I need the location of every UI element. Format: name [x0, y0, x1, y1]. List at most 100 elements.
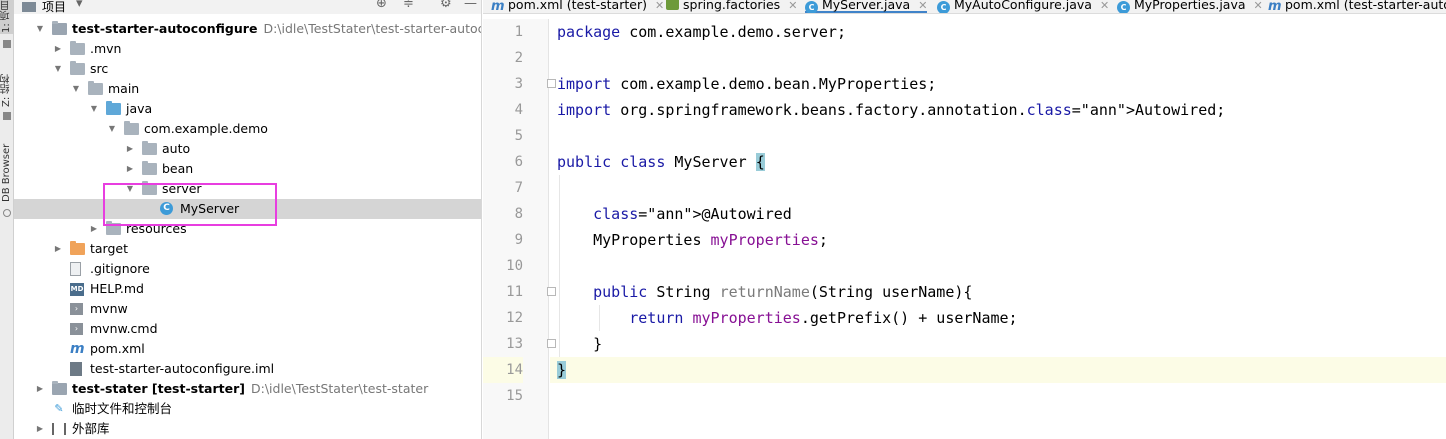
- editor-tab-bar: m pom.xml (test-starter) ✕ spring.factories…: [483, 0, 1446, 14]
- editor-tab[interactable]: C MyAutoConfigure.java ✕: [937, 0, 1109, 13]
- code-line[interactable]: import com.example.demo.bean.MyPropertie…: [557, 71, 936, 97]
- tree-item[interactable]: .gitignore: [14, 259, 481, 279]
- collapsed-arrow-icon[interactable]: ▶: [88, 219, 100, 239]
- db-browser-icon: [3, 209, 11, 217]
- code-line[interactable]: return myProperties.getPrefix() + userNa…: [557, 305, 1017, 331]
- structure-tool-button[interactable]: Z: 结构: [0, 70, 14, 110]
- package-icon: [142, 161, 157, 175]
- tree-item-label: HELP.md: [90, 279, 144, 299]
- tree-item[interactable]: ▶ resources: [14, 219, 481, 239]
- editor-tab[interactable]: mpom.xml (test-starter-autoconfigure): [1268, 0, 1446, 13]
- line-number: 5: [514, 128, 523, 144]
- shell-file-icon: ›: [70, 323, 83, 335]
- tree-item[interactable]: MD HELP.md: [14, 279, 481, 299]
- editor-tab[interactable]: C MyServer.java ✕: [805, 0, 928, 13]
- collapsed-arrow-icon[interactable]: ▶: [34, 379, 46, 399]
- locate-file-icon[interactable]: ⊕: [376, 0, 387, 11]
- tree-item-text: MyServer: [180, 201, 240, 216]
- editor-tab[interactable]: C MyProperties.java ✕: [1117, 0, 1263, 13]
- expanded-arrow-icon[interactable]: ▼: [52, 59, 64, 79]
- tree-item-label: auto: [162, 139, 190, 159]
- editor-gutter: 1 2 3 4 5 6 7 8 9 10 11 12 13 14 15: [483, 19, 556, 439]
- editor-tab[interactable]: m pom.xml (test-starter) ✕: [491, 0, 664, 14]
- tree-item[interactable]: ▶ auto: [14, 139, 481, 159]
- close-tab-icon[interactable]: ✕: [1100, 0, 1109, 12]
- tree-item-text: java: [126, 101, 153, 116]
- project-tool-button[interactable]: 1: 项目: [0, 0, 14, 34]
- expanded-arrow-icon[interactable]: ▼: [88, 99, 100, 119]
- markdown-file-icon: MD: [70, 283, 84, 296]
- tree-item-label: bean: [162, 159, 193, 179]
- collapsed-arrow-icon[interactable]: ▶: [52, 239, 64, 259]
- tree-item[interactable]: ▼ server: [14, 179, 481, 199]
- line-number: 11: [506, 284, 523, 300]
- code-line[interactable]: package com.example.demo.server;: [557, 19, 846, 45]
- package-icon: [142, 141, 157, 155]
- tree-item-label: pom.xml: [90, 339, 145, 359]
- tree-item[interactable]: ▶ test-stater [test-starter] D:\idle\TestS…: [14, 379, 481, 399]
- code-line[interactable]: public class MyServer {: [557, 149, 765, 175]
- tree-item[interactable]: › mvnw.cmd: [14, 319, 481, 339]
- expanded-arrow-icon[interactable]: ▼: [124, 179, 136, 199]
- db-browser-tool-button[interactable]: DB Browser: [0, 140, 14, 206]
- iml-file-icon: [70, 362, 82, 376]
- close-tab-icon[interactable]: ✕: [1254, 0, 1263, 12]
- maven-icon: m: [491, 0, 505, 14]
- shell-file-icon: ›: [70, 303, 83, 315]
- tree-item[interactable]: ✎ 临时文件和控制台: [14, 399, 481, 419]
- collapsed-arrow-icon[interactable]: ▶: [124, 159, 136, 179]
- hide-panel-icon[interactable]: —: [464, 0, 477, 11]
- tree-item-text: 外部库: [72, 421, 110, 436]
- editor-tab-label: MyServer.java: [822, 0, 911, 12]
- tree-item[interactable]: ▶ .mvn: [14, 39, 481, 59]
- tree-item[interactable]: › mvnw: [14, 299, 481, 319]
- code-line[interactable]: public String returnName(String userName…: [557, 279, 972, 305]
- close-tab-icon[interactable]: ✕: [655, 0, 664, 12]
- close-tab-icon[interactable]: ✕: [918, 0, 927, 12]
- tree-item[interactable]: ▼ java: [14, 99, 481, 119]
- tree-item[interactable]: test-starter-autoconfigure.iml: [14, 359, 481, 379]
- expanded-arrow-icon[interactable]: ▼: [34, 19, 46, 39]
- tree-item[interactable]: ▼ main: [14, 79, 481, 99]
- line-number: 3: [514, 76, 523, 92]
- collapse-all-icon[interactable]: ≑: [403, 0, 414, 11]
- code-line[interactable]: }: [557, 357, 567, 383]
- tree-item-label: mvnw.cmd: [90, 319, 158, 339]
- collapsed-arrow-icon[interactable]: ▶: [52, 39, 64, 59]
- collapsed-arrow-icon[interactable]: ▶: [124, 139, 136, 159]
- close-tab-icon[interactable]: ✕: [788, 0, 797, 12]
- tree-item[interactable]: ▼ com.example.demo: [14, 119, 481, 139]
- tree-item-text: .mvn: [90, 41, 122, 56]
- resources-folder-icon: [106, 221, 121, 235]
- code-line[interactable]: import org.springframework.beans.factory…: [557, 97, 1225, 123]
- tree-item-text: test-starter-autoconfigure: [72, 21, 258, 36]
- expanded-arrow-icon[interactable]: ▼: [70, 79, 82, 99]
- tree-item[interactable]: ▼ src: [14, 59, 481, 79]
- editor-tab-label: MyAutoConfigure.java: [954, 0, 1092, 12]
- settings-gear-icon[interactable]: ⚙: [440, 0, 452, 11]
- editor-tab-label: pom.xml (test-starter): [508, 0, 647, 12]
- code-editor[interactable]: package com.example.demo.server; import c…: [550, 19, 1446, 439]
- tree-item[interactable]: C MyServer: [14, 199, 481, 219]
- line-number: 12: [506, 310, 523, 326]
- code-line[interactable]: }: [557, 331, 602, 357]
- line-number: 1: [514, 24, 523, 40]
- scratches-icon: ✎: [54, 402, 64, 415]
- expanded-arrow-icon[interactable]: ▼: [106, 119, 118, 139]
- code-line[interactable]: class="ann">@Autowired: [557, 201, 792, 227]
- caret-line-highlight: [550, 357, 1446, 383]
- package-icon: [142, 181, 157, 195]
- collapsed-arrow-icon[interactable]: ▶: [34, 419, 46, 439]
- tree-item[interactable]: ▶ target: [14, 239, 481, 259]
- structure-icon: [3, 112, 11, 120]
- dropdown-chevron-icon[interactable]: ▾: [76, 0, 83, 11]
- editor-tab[interactable]: spring.factories ✕: [666, 0, 797, 13]
- tree-item[interactable]: ▶ 外部库: [14, 419, 481, 439]
- java-class-icon: C: [805, 1, 818, 13]
- tree-item[interactable]: m pom.xml: [14, 339, 481, 359]
- tree-item[interactable]: ▼ test-starter-autoconfigure D:\idle\TestS…: [14, 19, 481, 39]
- tree-item[interactable]: ▶ bean: [14, 159, 481, 179]
- source-folder-icon: [106, 101, 121, 115]
- code-line[interactable]: MyProperties myProperties;: [557, 227, 828, 253]
- tree-item-text: mvnw.cmd: [90, 321, 158, 336]
